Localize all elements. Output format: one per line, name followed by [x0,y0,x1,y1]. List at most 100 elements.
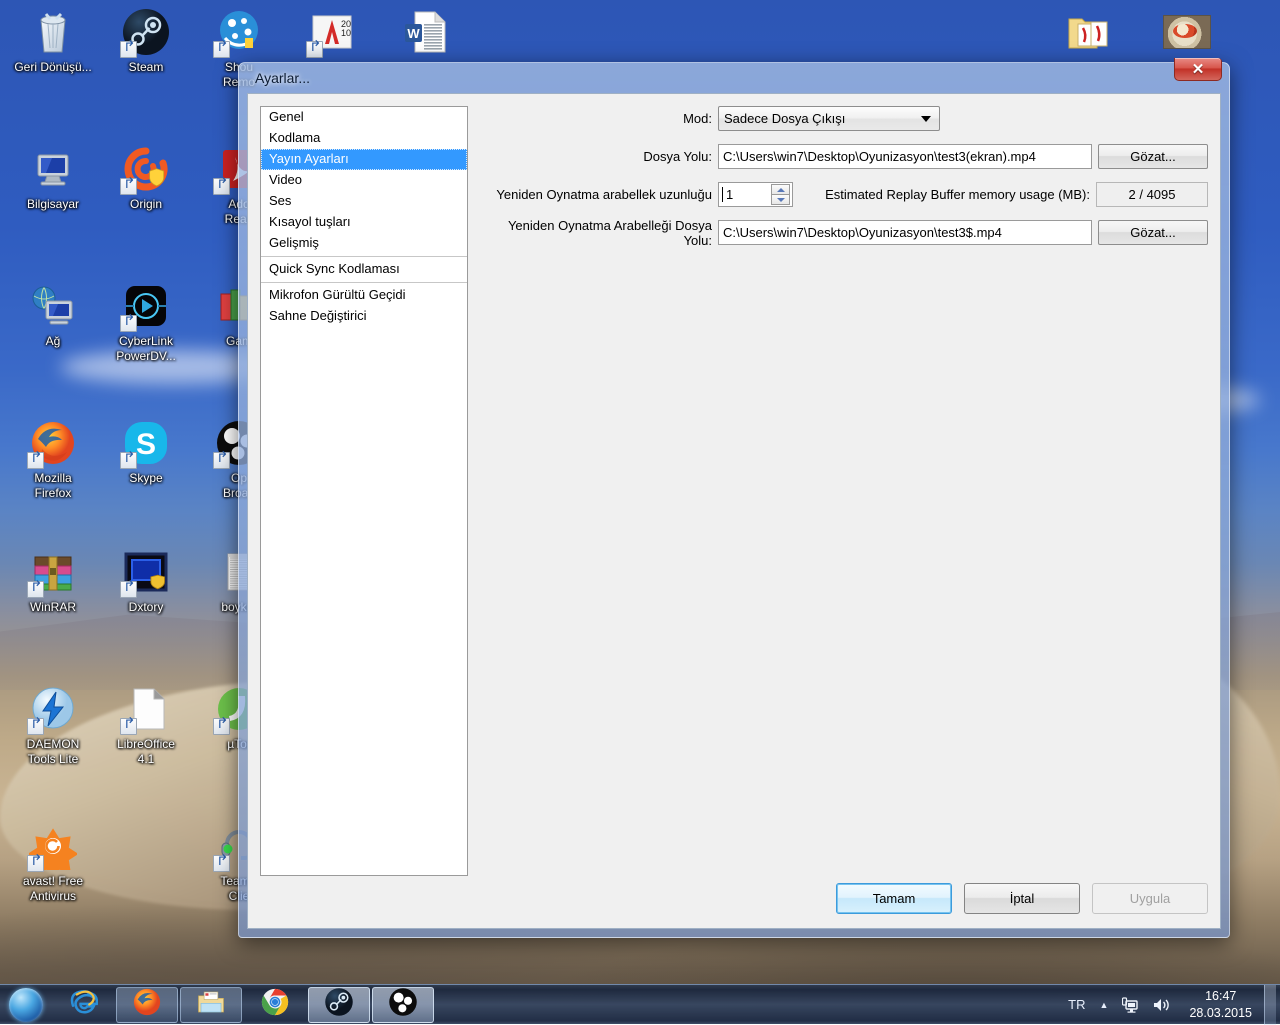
sidebar-item-label: Ses [269,193,291,208]
firefox-icon [29,419,77,467]
shortcut-overlay-icon [213,178,230,195]
cancel-button[interactable]: İptal [964,883,1080,914]
mode-row: Mod: Sadece Dosya Çıkışı [480,106,1208,131]
desktop-icon-libreoffice[interactable]: LibreOffice 4.1 [99,685,193,767]
desktop-icon-label: Mozilla Firefox [6,471,100,501]
sidebar-item-label: Gelişmiş [269,235,319,250]
taskbar-item-firefox[interactable] [116,987,178,1023]
desktop-icon-word-doc[interactable]: W [378,8,472,60]
sidebar-item-label: Genel [269,109,304,124]
replay-length-value: 1 [722,187,733,202]
network-icon-svg [1122,997,1139,1013]
close-icon[interactable]: ✕ [1174,58,1222,81]
taskbar-item-steam[interactable] [308,987,370,1023]
replay-path-browse-button[interactable]: Gözat... [1098,220,1208,245]
volume-icon-svg [1153,997,1172,1013]
autocad-icon: 20 10 [308,8,356,56]
shortcut-overlay-icon [27,452,44,469]
file-path-label: Dosya Yolu: [480,149,718,164]
mode-label: Mod: [480,111,718,126]
sidebar-item-label: Mikrofon Gürültü Geçidi [269,287,406,302]
sidebar-separator [261,256,467,257]
sidebar-item-geli-mi[interactable]: Gelişmiş [261,233,467,254]
desktop-icon-dxtory[interactable]: Dxtory [99,548,193,615]
sidebar-item-yay-n-ayarlar[interactable]: Yayın Ayarları [261,149,467,170]
desktop-icon-steam[interactable]: Steam [99,8,193,75]
desktop-icon-label: Bilgisayar [6,197,100,212]
desktop-icon-label: Skype [99,471,193,486]
language-indicator[interactable]: TR [1061,985,1092,1025]
settings-dialog: Ayarlar... ✕ Genel Kodlama Yayın Ayarları V… [238,62,1230,938]
shortcut-overlay-icon [120,718,137,735]
dialog-button-row: Tamam İptal Uygula [836,883,1208,914]
desktop-icon-avast[interactable]: avast! Free Antivirus [6,822,100,904]
clock-date: 28.03.2015 [1189,1005,1252,1022]
sidebar-item-kodlama[interactable]: Kodlama [261,128,467,149]
desktop-icon-winrar[interactable]: WinRAR [6,548,100,615]
desktop-icon-pdf-folder[interactable] [1043,8,1137,60]
stepper-buttons[interactable] [771,184,790,205]
obs-icon [388,987,418,1022]
apply-button: Uygula [1092,883,1208,914]
desktop-icon-daemon-tools[interactable]: DAEMON Tools Lite [6,685,100,767]
desktop-icon-firefox[interactable]: Mozilla Firefox [6,419,100,501]
desktop-icon-label: WinRAR [6,600,100,615]
desktop-icon-skype[interactable]: SSkype [99,419,193,486]
dxtory-icon [122,548,170,596]
stepper-up-icon[interactable] [771,184,790,194]
file-path-input[interactable]: C:\Users\win7\Desktop\Oyunizasyon\test3(… [718,144,1092,169]
avast-icon [29,822,77,870]
ok-button[interactable]: Tamam [836,883,952,914]
ie-icon [68,987,98,1022]
start-button[interactable] [2,986,50,1024]
mode-select[interactable]: Sadece Dosya Çıkışı [718,106,940,131]
network-tray-icon[interactable] [1115,985,1146,1025]
sidebar-item-sahne-de-i-tirici[interactable]: Sahne Değiştirici [261,306,467,327]
svg-text:10: 10 [341,28,351,38]
stream-settings-form: Mod: Sadece Dosya Çıkışı Dosya Yolu: C:\… [480,106,1208,258]
shortcut-overlay-icon [27,855,44,872]
file-path-browse-button[interactable]: Gözat... [1098,144,1208,169]
taskbar-item-obs[interactable] [372,987,434,1023]
stepper-down-icon[interactable] [771,194,790,205]
desktop-icon-origin[interactable]: Origin [99,145,193,212]
taskbar-item-windows-explorer[interactable] [180,987,242,1023]
show-desktop-button[interactable] [1264,985,1276,1025]
sidebar-item-genel[interactable]: Genel [261,107,467,128]
shortcut-overlay-icon [213,452,230,469]
desktop-icon-autocad-2010[interactable]: 20 10 [285,8,379,60]
sidebar-item-label: Video [269,172,302,187]
desktop-icon-computer[interactable]: Bilgisayar [6,145,100,212]
replay-path-row: Yeniden Oynatma Arabelleği Dosya Yolu: C… [480,220,1208,245]
replay-length-stepper[interactable]: 1 [718,182,793,207]
estimated-memory-label: Estimated Replay Buffer memory usage (MB… [793,187,1096,202]
clock[interactable]: 16:47 28.03.2015 [1179,988,1262,1022]
replay-path-input[interactable]: C:\Users\win7\Desktop\Oyunizasyon\test3$… [718,220,1092,245]
shortcut-overlay-icon [120,41,137,58]
taskbar-item-internet-explorer[interactable] [52,987,114,1023]
sidebar-item-k-sayol-tu-lar[interactable]: Kısayol tuşları [261,212,467,233]
sidebar-item-quick-sync-kodlamas[interactable]: Quick Sync Kodlaması [261,259,467,280]
shortcut-overlay-icon [120,178,137,195]
settings-category-list[interactable]: Genel Kodlama Yayın Ayarları Video Ses Kısayo… [260,106,468,876]
show-hidden-icons-button[interactable]: ▲ [1093,985,1116,1025]
shortcut-overlay-icon [213,855,230,872]
estimated-memory-value: 2 / 4095 [1096,182,1208,207]
replay-path-label: Yeniden Oynatma Arabelleği Dosya Yolu: [480,218,718,248]
desktop-icon-label: avast! Free Antivirus [6,874,100,904]
sidebar-item-label: Kodlama [269,130,320,145]
desktop-icon-recycle-bin[interactable]: Geri Dönüşü... [6,8,100,75]
sidebar-item-video[interactable]: Video [261,170,467,191]
close-glyph: ✕ [1192,62,1205,77]
taskbar-item-chrome[interactable] [244,987,306,1023]
folder-pdf-icon [1066,8,1114,56]
dialog-titlebar[interactable]: Ayarlar... ✕ [247,63,1221,93]
explorer-icon [196,987,226,1022]
sidebar-item-ses[interactable]: Ses [261,191,467,212]
sidebar-item-label: Kısayol tuşları [269,214,351,229]
desktop-icon-network[interactable]: Ağ [6,282,100,349]
sidebar-item-mikrofon-g-r-lt-ge-idi[interactable]: Mikrofon Gürültü Geçidi [261,285,467,306]
desktop-icon-cyberlink[interactable]: CyberLink PowerDV... [99,282,193,364]
volume-tray-icon[interactable] [1146,985,1179,1025]
file-path-row: Dosya Yolu: C:\Users\win7\Desktop\Oyuniz… [480,144,1208,169]
